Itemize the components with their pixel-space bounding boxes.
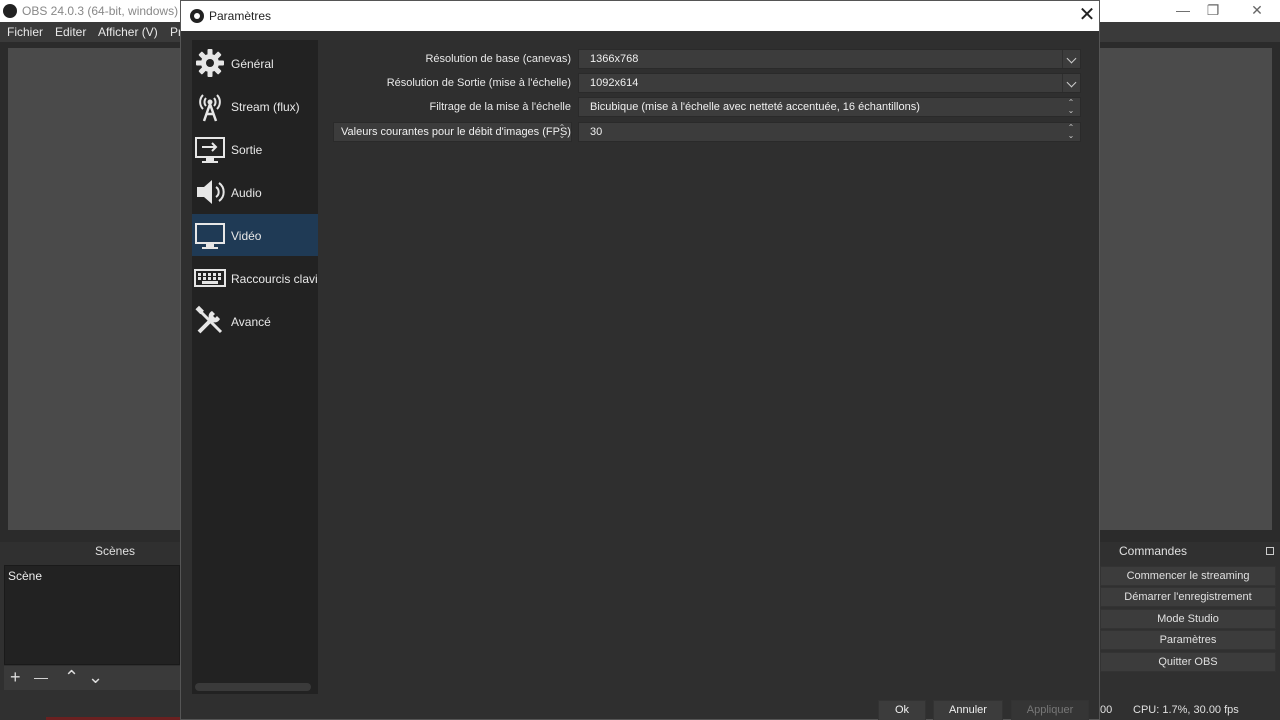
sidebar-item-output[interactable]: Sortie [192, 128, 318, 170]
sidebar-item-video[interactable]: Vidéo [192, 214, 318, 256]
menu-fichier[interactable]: Fichier [7, 25, 43, 39]
base-resolution-combo[interactable]: 1366x768 [578, 49, 1081, 69]
monitor-icon [195, 223, 225, 249]
settings-button[interactable]: Paramètres [1100, 630, 1276, 650]
settings-dialog: Paramètres ✕ Général Stream (flux) Sorti… [180, 0, 1100, 720]
sidebar-scrollbar[interactable] [195, 683, 311, 691]
start-streaming-button[interactable]: Commencer le streaming [1100, 566, 1276, 586]
obs-logo-icon [3, 4, 17, 18]
downscale-filter-select[interactable]: Bicubique (mise à l'échelle avec netteté… [578, 97, 1081, 117]
up-down-icon[interactable]: ⌃ ⌄ [1062, 123, 1080, 141]
sidebar-item-label: Sortie [231, 143, 263, 157]
controls-dock-title: Commandes [1118, 544, 1188, 558]
studio-mode-button[interactable]: Mode Studio [1100, 609, 1276, 629]
keyboard-icon [194, 269, 226, 287]
speaker-icon [197, 180, 225, 204]
output-resolution-combo[interactable]: 1092x614 [578, 73, 1081, 93]
main-window-title: OBS 24.0.3 (64-bit, windows) - P [22, 4, 197, 18]
dock-float-icon[interactable] [1266, 547, 1274, 555]
apply-button[interactable]: Appliquer [1011, 700, 1089, 720]
preview-area-right[interactable] [1100, 48, 1272, 530]
status-truncated-text: 00 [1100, 704, 1113, 716]
output-resolution-value: 1092x614 [590, 77, 639, 89]
cpu-status: CPU: 1.7%, 30.00 fps [1133, 704, 1239, 716]
base-resolution-label: Résolution de base (canevas) [425, 53, 571, 65]
sidebar-item-label: Raccourcis clavier [231, 272, 318, 286]
sidebar-item-label: Général [231, 57, 274, 71]
exit-button[interactable]: Quitter OBS [1100, 652, 1276, 672]
sidebar-item-general[interactable]: Général [192, 42, 318, 84]
sidebar-item-label: Stream (flux) [231, 100, 300, 114]
sidebar-item-label: Audio [231, 186, 262, 200]
scene-toolbar: + — ⌃ ⌄ [4, 666, 180, 690]
dialog-close-button[interactable]: ✕ [1077, 5, 1097, 27]
remove-icon[interactable]: — [34, 667, 48, 687]
output-resolution-label: Résolution de Sortie (mise à l'échelle) [386, 77, 571, 89]
fps-type-label: Valeurs courantes pour le débit d'images… [341, 126, 571, 138]
up-down-icon[interactable]: ⌃ ⌄ [553, 123, 571, 141]
scenes-list[interactable]: Scène [4, 565, 180, 665]
sidebar-item-label: Vidéo [231, 229, 262, 243]
chevron-down-icon[interactable] [1062, 50, 1080, 68]
start-recording-button[interactable]: Démarrer l'enregistrement [1100, 587, 1276, 607]
fps-value-select[interactable]: 30 ⌃ ⌄ [578, 122, 1081, 142]
move-down-icon[interactable]: ⌄ [88, 667, 103, 687]
downscale-filter-value: Bicubique (mise à l'échelle avec netteté… [590, 101, 920, 113]
close-button[interactable]: ✕ [1234, 0, 1280, 22]
fps-type-select[interactable]: Valeurs courantes pour le débit d'images… [333, 122, 572, 142]
output-monitor-icon [195, 137, 225, 163]
sidebar-item-hotkeys[interactable]: Raccourcis clavier [192, 257, 318, 299]
sidebar-item-audio[interactable]: Audio [192, 171, 318, 213]
cancel-button[interactable]: Annuler [933, 700, 1003, 720]
chevron-down-icon[interactable] [1062, 74, 1080, 92]
ok-button[interactable]: Ok [878, 700, 926, 720]
obs-logo-icon [190, 9, 204, 23]
sidebar-item-label: Avancé [231, 315, 271, 329]
move-up-icon[interactable]: ⌃ [64, 667, 79, 687]
statusbar: 00 CPU: 1.7%, 30.00 fps [1100, 700, 1280, 720]
dialog-titlebar: Paramètres ✕ [181, 1, 1099, 31]
fps-value: 30 [590, 126, 603, 138]
sidebar-item-stream[interactable]: Stream (flux) [192, 85, 318, 127]
add-icon[interactable]: + [10, 667, 21, 687]
gear-icon [196, 49, 224, 77]
up-down-icon[interactable]: ⌃ ⌄ [1062, 98, 1080, 116]
restore-button[interactable]: ❐ [1190, 0, 1236, 22]
menu-editer[interactable]: Editer [55, 25, 86, 39]
dialog-title: Paramètres [209, 9, 272, 23]
sidebar-item-advanced[interactable]: Avancé [192, 300, 318, 342]
menu-afficher[interactable]: Afficher (V) [98, 25, 158, 39]
antenna-icon [199, 94, 221, 122]
tools-icon [195, 305, 223, 334]
list-item[interactable]: Scène [8, 569, 42, 583]
base-resolution-value: 1366x768 [590, 53, 639, 65]
settings-sidebar: Général Stream (flux) Sortie Audio Vidéo… [192, 40, 318, 694]
downscale-filter-label: Filtrage de la mise à l'échelle [429, 101, 571, 113]
